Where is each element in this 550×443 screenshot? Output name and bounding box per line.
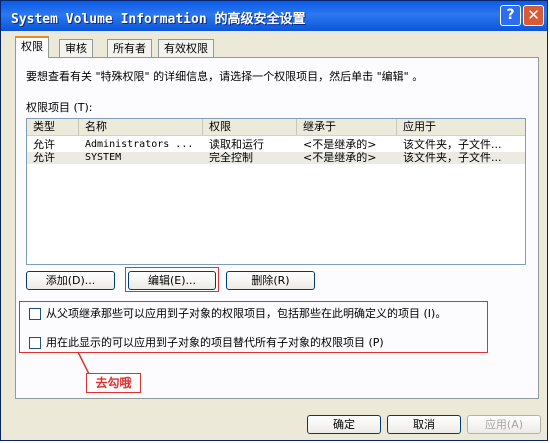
help-button[interactable]: ? <box>500 5 521 26</box>
tab-permissions[interactable]: 权限 <box>15 36 49 58</box>
column-header-inherited-from[interactable]: 继承于 <box>297 119 397 135</box>
inherit-checkbox-label: 从父项继承那些可以应用到子对象的权限项目，包括那些在此明确定义的项目 (I)。 <box>46 307 447 320</box>
row-inherited-from: <不是继承的> <box>303 139 377 151</box>
replace-checkbox-label: 用在此显示的可以应用到子对象的项目替代所有子对象的权限项目 (P) <box>46 336 384 349</box>
security-settings-window: System Volume Information 的高级安全设置 ? ✕ 权限… <box>0 0 548 441</box>
column-header-type[interactable]: 类型 <box>27 119 79 135</box>
list-header: 类型 名称 权限 继承于 应用于 <box>27 119 525 136</box>
permission-entries-list[interactable]: 类型 名称 权限 继承于 应用于 允许 Administrators ... 读… <box>26 118 526 265</box>
row-type: 允许 <box>33 152 55 164</box>
row-applies-to: 该文件夹，子文件... <box>403 139 502 151</box>
row-name: Administrators ... <box>85 139 194 150</box>
info-text: 要想查看有关 "特殊权限" 的详细信息，请选择一个权限项目，然后单击 "编辑" … <box>26 70 424 83</box>
annotation-callout: 去勾哦 <box>86 373 141 393</box>
replace-checkbox-row[interactable]: 用在此显示的可以应用到子对象的项目替代所有子对象的权限项目 (P) <box>29 334 384 350</box>
column-header-name[interactable]: 名称 <box>79 119 203 135</box>
remove-button[interactable]: 删除(R) <box>226 271 315 290</box>
tab-auditing[interactable]: 审核 <box>59 39 93 57</box>
row-applies-to: 该文件夹，子文件... <box>403 152 502 164</box>
permission-entries-label: 权限项目 (T): <box>26 101 93 114</box>
inherit-checkbox[interactable] <box>29 308 41 320</box>
edit-button[interactable]: 编辑(E)... <box>128 271 216 290</box>
row-inherited-from: <不是继承的> <box>303 152 377 164</box>
row-permission: 完全控制 <box>209 152 253 164</box>
replace-checkbox[interactable] <box>29 337 41 349</box>
column-header-applies-to[interactable]: 应用于 <box>397 119 525 135</box>
row-name: SYSTEM <box>85 152 122 163</box>
close-button[interactable]: ✕ <box>523 5 544 26</box>
ok-button[interactable]: 确定 <box>307 415 381 434</box>
tab-effective-permissions[interactable]: 有效权限 <box>158 39 214 57</box>
table-row[interactable]: 允许 SYSTEM 完全控制 <不是继承的> 该文件夹，子文件... <box>27 152 525 164</box>
add-button[interactable]: 添加(D)... <box>26 271 115 290</box>
table-row[interactable]: 允许 Administrators ... 读取和运行 <不是继承的> 该文件夹… <box>27 139 525 151</box>
apply-button[interactable]: 应用(A) <box>467 415 541 434</box>
title-bar[interactable]: System Volume Information 的高级安全设置 ? ✕ <box>1 1 547 31</box>
inherit-checkbox-row[interactable]: 从父项继承那些可以应用到子对象的权限项目，包括那些在此明确定义的项目 (I)。 <box>29 305 446 321</box>
cancel-button[interactable]: 取消 <box>387 415 461 434</box>
row-permission: 读取和运行 <box>209 139 264 151</box>
window-title: System Volume Information 的高级安全设置 <box>11 12 306 27</box>
column-header-permission[interactable]: 权限 <box>203 119 297 135</box>
tab-owner[interactable]: 所有者 <box>107 39 152 57</box>
row-type: 允许 <box>33 139 55 151</box>
